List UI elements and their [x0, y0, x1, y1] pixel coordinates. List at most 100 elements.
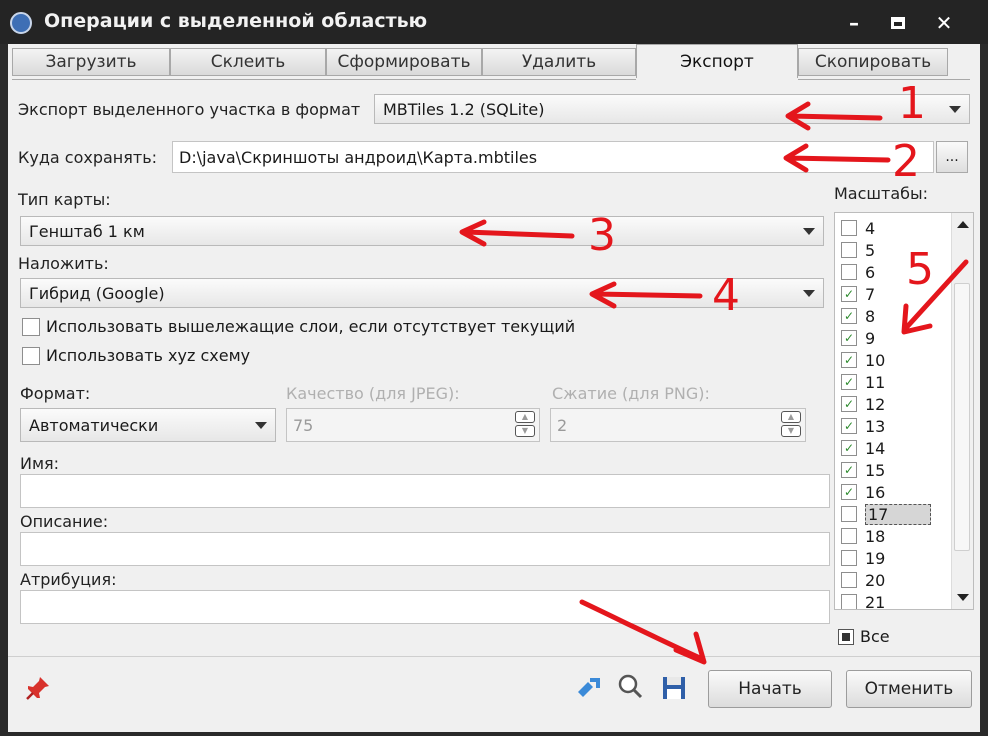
overlay-select[interactable]: Гибрид (Google) — [20, 278, 824, 308]
window-title: Операции с выделенной областью — [44, 10, 428, 32]
scale-level-label: 17 — [865, 503, 932, 525]
checkbox-box[interactable] — [841, 220, 857, 236]
spin-up-icon[interactable]: ▲ — [515, 411, 535, 423]
checkbox-box[interactable] — [838, 628, 854, 645]
minimize-button[interactable]: – — [836, 8, 872, 38]
use-upper-layers-checkbox[interactable]: Использовать вышележащие слои, если отсу… — [22, 317, 575, 336]
checkbox-box[interactable] — [841, 572, 857, 588]
scale-level-label: 16 — [865, 482, 886, 502]
scale-item-19[interactable]: 19 — [841, 547, 885, 569]
use-xyz-checkbox[interactable]: Использовать xyz схему — [22, 346, 250, 365]
scales-scrollbar[interactable] — [951, 213, 973, 609]
checkbox-box[interactable] — [22, 317, 40, 336]
scale-item-12[interactable]: ✓ 12 — [841, 393, 885, 415]
scale-level-label: 12 — [865, 394, 886, 414]
footer-divider — [8, 656, 980, 657]
scroll-down-icon[interactable] — [957, 594, 969, 601]
checkbox-box[interactable]: ✓ — [841, 308, 857, 324]
map-type-select[interactable]: Генштаб 1 км — [20, 216, 824, 246]
quality-input[interactable]: 75 ▲ ▼ — [286, 408, 540, 442]
scale-item-4[interactable]: 4 — [841, 217, 875, 239]
dialog-window: Операции с выделенной областью – ✕ Загру… — [0, 0, 988, 736]
export-format-select[interactable]: MBTiles 1.2 (SQLite) — [374, 94, 970, 124]
tab-merge[interactable]: Склеить — [170, 48, 326, 76]
tab-divider — [12, 79, 636, 80]
scale-item-6[interactable]: 6 — [841, 261, 875, 283]
tab-delete[interactable]: Удалить — [482, 48, 636, 76]
checkbox-box[interactable]: ✓ — [841, 484, 857, 500]
start-button[interactable]: Начать — [708, 670, 832, 708]
cancel-button[interactable]: Отменить — [846, 670, 972, 708]
image-format-label: Формат: — [20, 384, 91, 403]
zoom-to-selection-icon[interactable] — [574, 674, 602, 702]
scale-item-5[interactable]: 5 — [841, 239, 875, 261]
checkbox-box[interactable] — [841, 264, 857, 280]
scales-list[interactable]: 21 20 19 18 17 ✓ 16 ✓ 15 ✓ 14 ✓ 13 ✓ 12 ✓ 11 ✓ 10 ✓ 9 ✓ 8 ✓ 7 6 5 4 — [834, 212, 974, 610]
checkbox-box[interactable]: ✓ — [841, 352, 857, 368]
checkbox-box[interactable] — [841, 242, 857, 258]
attribution-input[interactable] — [20, 590, 830, 624]
quality-spinner[interactable]: ▲ ▼ — [515, 411, 537, 437]
title-bar[interactable]: Операции с выделенной областью – ✕ — [0, 0, 988, 44]
checkbox-box[interactable] — [841, 550, 857, 566]
scroll-up-icon[interactable] — [957, 221, 969, 228]
select-all-scales-checkbox[interactable]: Все — [838, 627, 890, 646]
map-type-label: Тип карты: — [18, 190, 111, 209]
scale-item-21[interactable]: 21 — [841, 591, 886, 610]
checkbox-box[interactable] — [841, 594, 857, 609]
scale-item-15[interactable]: ✓ 15 — [841, 459, 885, 481]
checkbox-box[interactable]: ✓ — [841, 440, 857, 456]
name-input[interactable] — [20, 474, 830, 508]
checkbox-box[interactable]: ✓ — [841, 286, 857, 302]
checkbox-box[interactable] — [841, 528, 857, 544]
chevron-down-icon — [949, 106, 961, 113]
scale-item-9[interactable]: ✓ 9 — [841, 327, 875, 349]
checkbox-box[interactable] — [22, 346, 40, 365]
maximize-button[interactable] — [880, 8, 916, 38]
checkbox-box[interactable] — [841, 506, 857, 522]
scale-item-17[interactable]: 17 — [841, 503, 932, 525]
search-icon[interactable] — [616, 672, 644, 700]
scale-item-18[interactable]: 18 — [841, 525, 885, 547]
scale-level-label: 5 — [865, 240, 876, 260]
export-format-label: Экспорт выделенного участка в формат — [18, 100, 361, 119]
scale-level-label: 18 — [865, 526, 886, 546]
spin-down-icon[interactable]: ▼ — [515, 425, 535, 437]
pin-icon[interactable] — [24, 674, 52, 702]
save-path-input[interactable]: D:\java\Скриншоты андроид\Карта.mbtiles — [172, 141, 934, 173]
scale-item-11[interactable]: ✓ 11 — [841, 371, 885, 393]
scale-level-label: 13 — [865, 416, 886, 436]
chevron-down-icon — [803, 290, 815, 297]
scale-item-14[interactable]: ✓ 14 — [841, 437, 885, 459]
scale-item-7[interactable]: ✓ 7 — [841, 283, 875, 305]
maximize-icon — [891, 17, 905, 29]
compression-spinner[interactable]: ▲ ▼ — [781, 411, 803, 437]
spin-up-icon[interactable]: ▲ — [781, 411, 801, 423]
compression-input[interactable]: 2 ▲ ▼ — [550, 408, 806, 442]
checkbox-box[interactable]: ✓ — [841, 418, 857, 434]
scroll-thumb[interactable] — [954, 283, 970, 551]
spin-down-icon[interactable]: ▼ — [781, 425, 801, 437]
scale-level-label: 9 — [865, 328, 876, 348]
checkbox-box[interactable]: ✓ — [841, 374, 857, 390]
image-format-select[interactable]: Автоматически — [20, 408, 276, 442]
description-input[interactable] — [20, 532, 830, 566]
scale-level-label: 15 — [865, 460, 886, 480]
tab-load[interactable]: Загрузить — [12, 48, 170, 76]
close-button[interactable]: ✕ — [926, 8, 962, 38]
tab-export[interactable]: Экспорт — [636, 44, 798, 78]
tab-generate[interactable]: Сформировать — [326, 48, 482, 76]
checkbox-box[interactable]: ✓ — [841, 462, 857, 478]
scale-item-13[interactable]: ✓ 13 — [841, 415, 885, 437]
scale-item-20[interactable]: 20 — [841, 569, 885, 591]
tab-copy[interactable]: Скопировать — [798, 48, 948, 76]
checkbox-box[interactable]: ✓ — [841, 330, 857, 346]
chevron-down-icon — [803, 228, 815, 235]
save-icon[interactable] — [660, 674, 688, 702]
browse-button[interactable]: ... — [936, 141, 968, 173]
scale-item-10[interactable]: ✓ 10 — [841, 349, 885, 371]
checkbox-box[interactable]: ✓ — [841, 396, 857, 412]
scale-item-16[interactable]: ✓ 16 — [841, 481, 885, 503]
scale-item-8[interactable]: ✓ 8 — [841, 305, 875, 327]
scale-level-label: 21 — [865, 592, 886, 610]
